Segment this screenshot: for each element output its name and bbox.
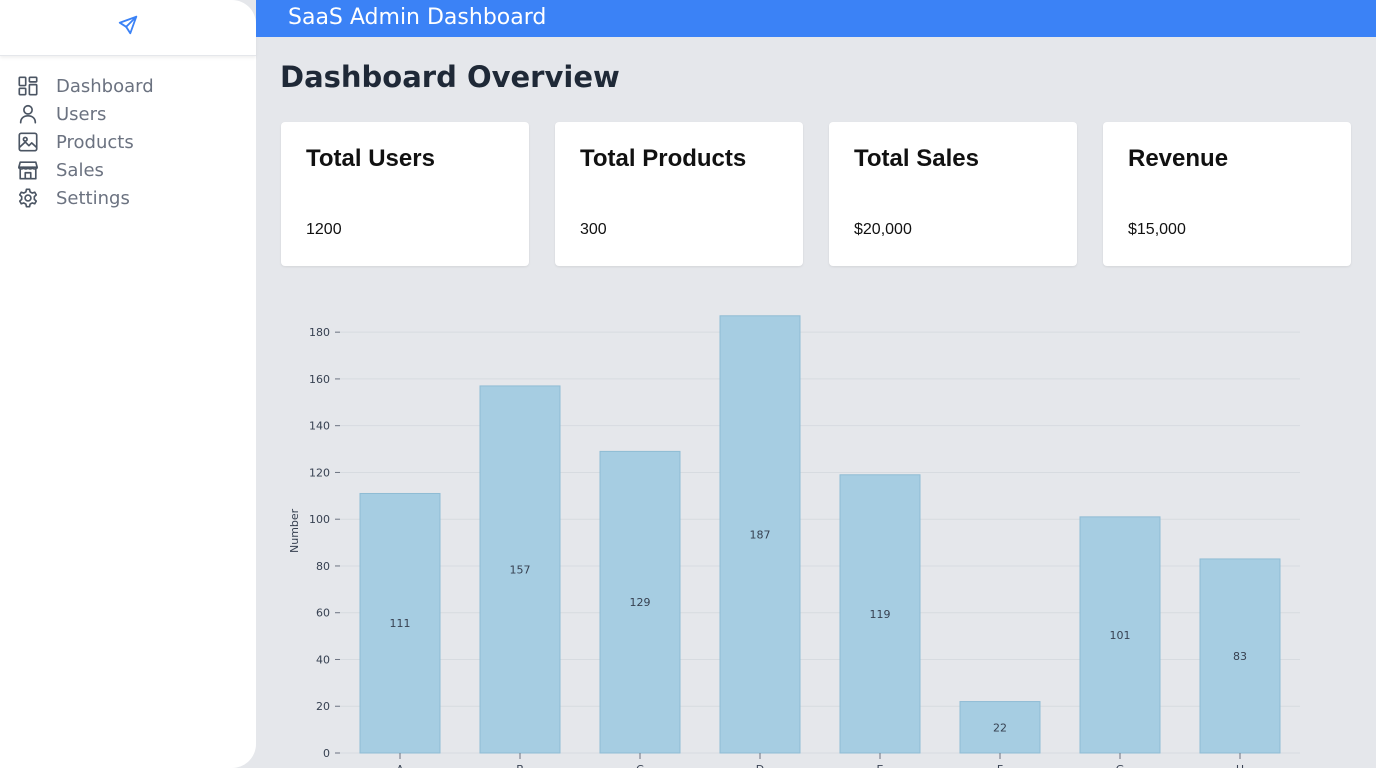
sidebar: Dashboard Users Products Sales Settings [0,0,256,768]
sidebar-item-users[interactable]: Users [0,100,256,128]
x-tick-label: G [1116,763,1125,768]
x-tick-label: B [516,763,524,768]
stat-card-total-products: Total Products 300 [555,122,803,266]
sidebar-nav: Dashboard Users Products Sales Settings [0,56,256,212]
app-title: SaaS Admin Dashboard [288,5,547,30]
card-title: Total Users [306,145,435,172]
y-tick-label: 40 [316,653,330,666]
data-label: 83 [1233,650,1247,663]
sidebar-item-products[interactable]: Products [0,128,256,156]
sidebar-item-label: Settings [56,187,130,209]
x-tick-label: E [877,763,884,768]
sidebar-item-label: Dashboard [56,75,154,97]
store-icon [16,158,40,182]
stat-card-revenue: Revenue $15,000 [1103,122,1351,266]
stat-card-total-sales: Total Sales $20,000 [829,122,1077,266]
sidebar-item-dashboard[interactable]: Dashboard [0,72,256,100]
data-label: 157 [510,563,531,576]
data-label: 101 [1110,629,1131,642]
stat-card-total-users: Total Users 1200 [281,122,529,266]
x-tick-label: A [396,763,404,768]
y-tick-label: 0 [323,747,330,760]
data-label: 119 [870,608,891,621]
x-tick-label: D [756,763,764,768]
sidebar-item-label: Products [56,131,134,153]
sidebar-item-label: Sales [56,159,104,181]
card-value: $15,000 [1128,221,1186,238]
page-title: Dashboard Overview [280,60,620,94]
card-title: Total Sales [854,145,979,172]
card-value: 1200 [306,221,342,238]
y-tick-label: 120 [309,466,330,479]
x-tick-label: H [1236,763,1244,768]
card-value: 300 [580,221,607,238]
data-label: 129 [630,596,651,609]
bar-chart-svg: 0 20 40 60 80 100 120 140 160 180 Number 111 A 157 B 12… [288,315,1300,768]
data-label: 187 [750,528,771,541]
dashboard-icon [16,74,40,98]
y-axis-title: Number [288,508,301,553]
y-tick-label: 100 [309,513,330,526]
data-label: 22 [993,721,1007,734]
sidebar-header [0,0,256,56]
x-tick-label: C [636,763,644,768]
image-icon [16,130,40,154]
gear-icon [16,186,40,210]
y-tick-label: 180 [309,326,330,339]
y-tick-label: 140 [309,420,330,433]
card-title: Total Products [580,145,747,172]
y-tick-label: 20 [316,700,330,713]
sidebar-item-sales[interactable]: Sales [0,156,256,184]
user-icon [16,102,40,126]
card-value: $20,000 [854,221,912,238]
data-label: 111 [390,617,411,630]
y-tick-label: 160 [309,373,330,386]
card-title: Revenue [1128,145,1229,172]
sidebar-item-label: Users [56,103,107,125]
bar-chart: 0 20 40 60 80 100 120 140 160 180 Number 111 A 157 B 12… [280,290,1320,768]
x-tick-label: F [997,763,1003,768]
top-bar: SaaS Admin Dashboard [256,0,1376,37]
rocket-icon[interactable] [117,14,139,41]
sidebar-item-settings[interactable]: Settings [0,184,256,212]
y-tick-label: 80 [316,560,330,573]
y-tick-label: 60 [316,607,330,620]
